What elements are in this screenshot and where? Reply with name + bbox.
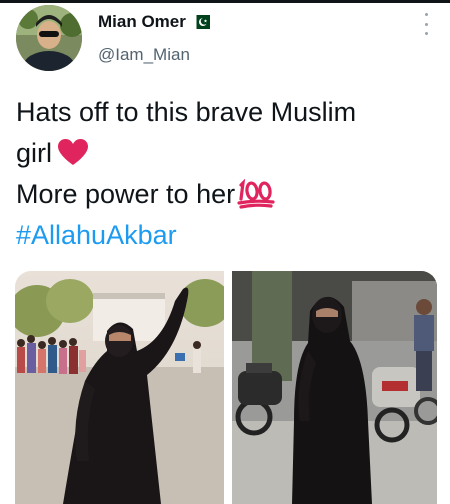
tweet-line-1: Hats off to this brave Muslim	[16, 97, 357, 127]
tweet-photo-2[interactable]	[232, 271, 437, 504]
more-options-icon[interactable]	[419, 13, 433, 35]
tweet-line-2-text: girl	[16, 138, 53, 168]
hashtag-link[interactable]: #AllahuAkbar	[16, 215, 436, 256]
author-name-row: Mian Omer	[98, 12, 210, 32]
avatar[interactable]	[16, 5, 82, 71]
tweet-media	[15, 271, 437, 504]
tweet-line-3-text: More power to her	[16, 179, 236, 209]
avatar-photo	[16, 5, 82, 71]
display-name[interactable]: Mian Omer	[98, 12, 186, 32]
tweet-line-2: girl	[16, 133, 436, 174]
pakistan-flag-icon	[191, 15, 210, 29]
red-heart-icon	[56, 137, 90, 165]
tweet-text: Hats off to this brave Muslim girl More …	[16, 92, 436, 256]
tweet-photo-1[interactable]	[15, 271, 224, 504]
user-handle[interactable]: @Iam_Mian	[98, 45, 190, 65]
top-border	[0, 0, 450, 3]
hundred-points-icon	[237, 178, 275, 209]
tweet-line-3: More power to her	[16, 174, 436, 215]
